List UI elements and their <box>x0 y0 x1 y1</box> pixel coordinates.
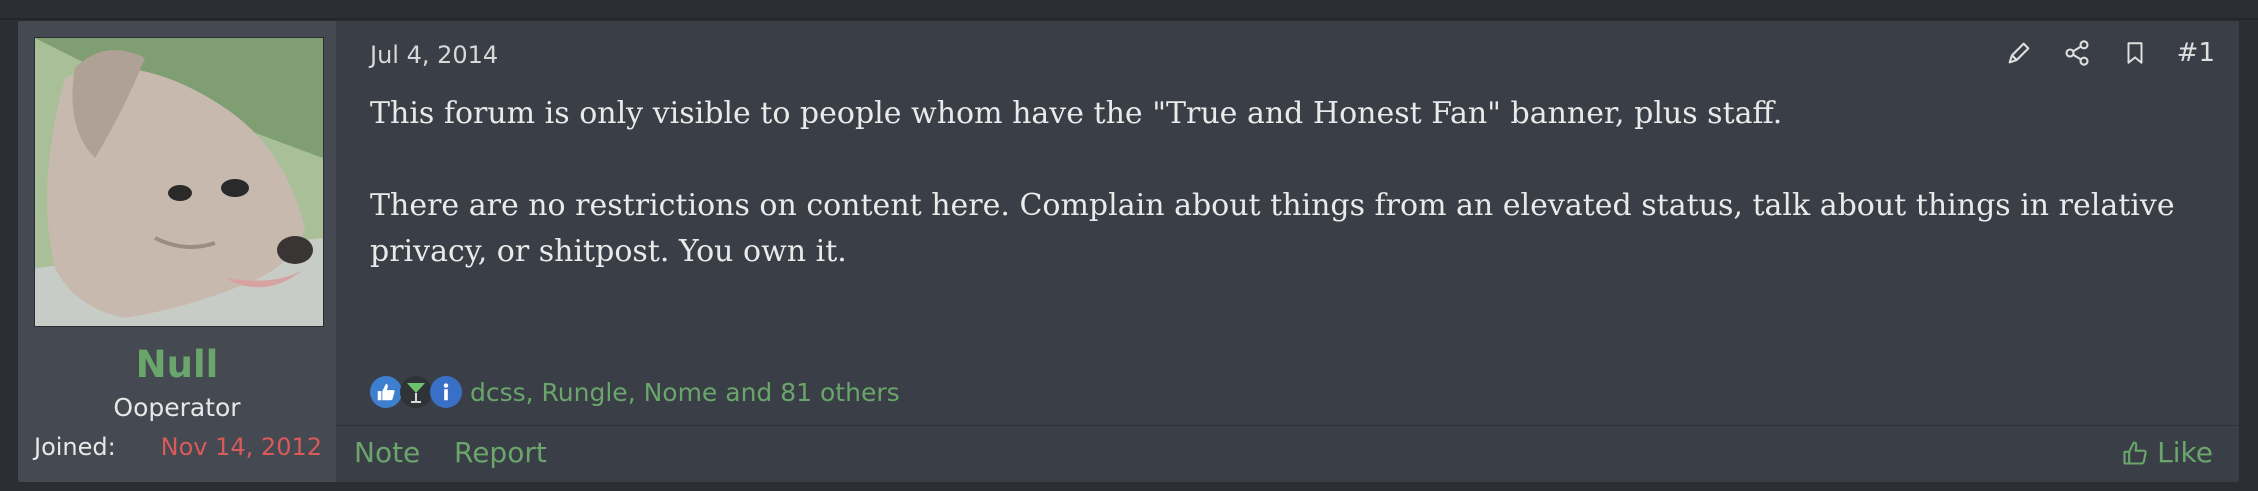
user-avatar[interactable] <box>34 37 324 327</box>
top-divider <box>0 0 2258 20</box>
like-button[interactable]: Like <box>2121 436 2213 469</box>
note-link[interactable]: Note <box>354 436 420 469</box>
post-number[interactable]: #1 <box>2177 38 2215 68</box>
post-footer: Note Report Like <box>336 425 2239 482</box>
post-actions: #1 <box>2003 37 2215 69</box>
reactions-summary[interactable]: dcss, Rungle, Nome and 81 others <box>470 378 900 407</box>
forum-post: Null Ooperator Joined: Nov 14, 2012 Jul … <box>17 20 2240 483</box>
user-info-pane: Null Ooperator Joined: Nov 14, 2012 <box>18 21 337 482</box>
thumbs-up-reaction-icon <box>370 376 402 408</box>
message-paragraph: There are no restrictions on content her… <box>370 188 2175 269</box>
message-paragraph: This forum is only visible to people who… <box>370 96 1783 131</box>
like-label: Like <box>2157 436 2213 469</box>
reactions-bar[interactable]: dcss, Rungle, Nome and 81 others <box>370 376 900 408</box>
thumbs-up-icon <box>2123 440 2147 465</box>
reaction-icons <box>370 376 462 408</box>
martini-reaction-icon <box>400 376 432 408</box>
joined-label: Joined: <box>34 433 116 461</box>
bookmark-icon[interactable] <box>2119 37 2151 69</box>
joined-date: Nov 14, 2012 <box>160 433 322 461</box>
share-icon[interactable] <box>2061 37 2093 69</box>
username[interactable]: Null <box>18 343 336 386</box>
post-content: Jul 4, 2014 #1 This forum is only visibl… <box>336 21 2239 482</box>
post-message: This forum is only visible to people who… <box>370 91 2215 321</box>
pencil-icon[interactable] <box>2003 37 2035 69</box>
post-date[interactable]: Jul 4, 2014 <box>370 41 498 69</box>
informative-reaction-icon <box>430 376 462 408</box>
report-link[interactable]: Report <box>454 436 547 469</box>
dog-avatar-image <box>35 38 323 326</box>
user-title: Ooperator <box>113 393 241 422</box>
